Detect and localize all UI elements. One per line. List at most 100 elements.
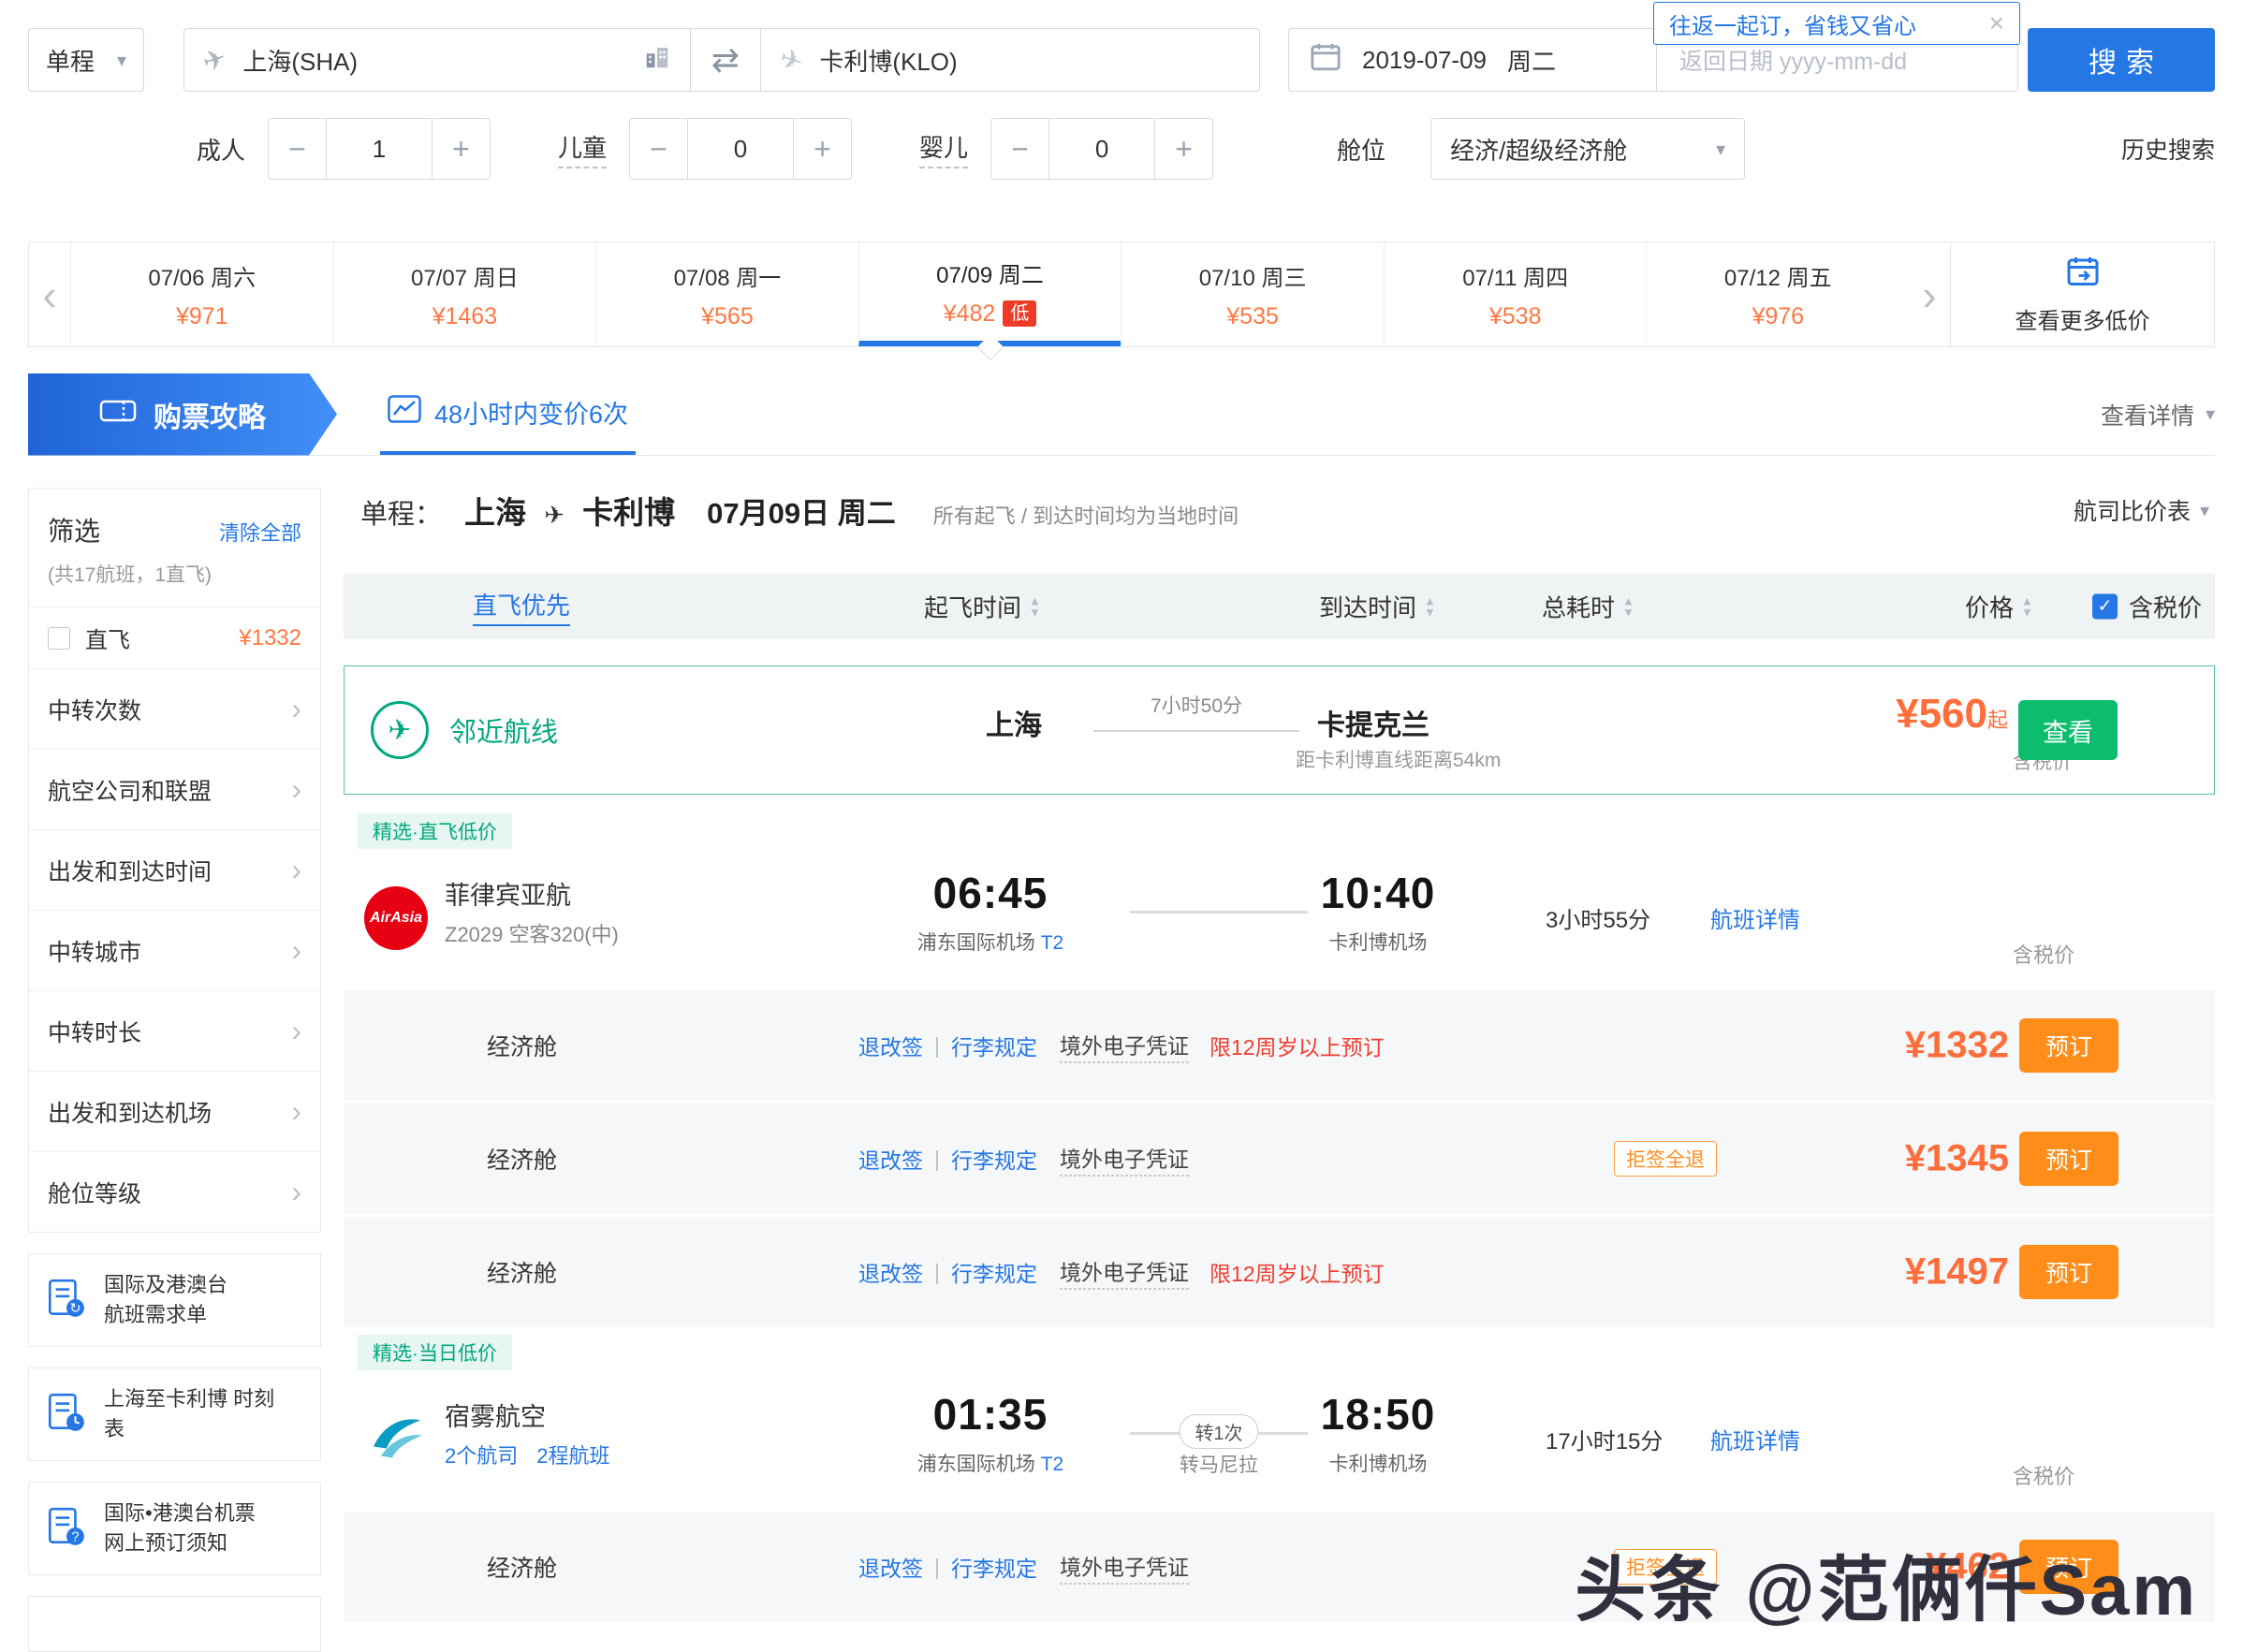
flight-details-link[interactable]: 航班详情 [1710,901,1800,934]
flight-summary-row: 宿雾航空 2个航司 2程航班 01:35 浦东国际机场T2 转1次 转马尼拉 [344,1370,2215,1509]
ticket-guide-ribbon: 购票攻略 [28,373,337,456]
adult-minus-button[interactable]: − [269,119,327,179]
date-cell-0709-selected[interactable]: 07/09 周二 ¥482 低 [858,242,1122,346]
nearby-distance-note: 距卡利博直线距离54km [1296,745,1501,773]
direct-checkbox[interactable] [48,627,70,650]
refund-rules-link[interactable]: 退改签 [858,1143,923,1175]
search-button[interactable]: 搜索 [2028,28,2215,92]
sidebar-item-airports[interactable]: 出发和到达机场 › [29,1071,320,1151]
direct-price: ¥1332 [239,625,301,651]
price-change-tab[interactable]: 48小时内变价6次 [380,373,636,455]
sort-depart-time[interactable]: 起飞时间 ▲▼ [924,590,1041,624]
baggage-rules-link[interactable]: 行李规定 [951,1256,1037,1288]
cabin-group: 舱位 经济/超级经济舱 ▾ [1337,118,1745,180]
sidebar-item-transfer-count[interactable]: 中转次数 › [29,668,320,749]
intl-request-form-link[interactable]: ↻ 国际及港澳台 航班需求单 [28,1253,321,1347]
cabin-label: 经济舱 [487,1029,557,1062]
sidebar-item-transfer-city[interactable]: 中转城市 › [29,910,320,990]
filter-title: 筛选 [48,511,100,548]
evoucher-link[interactable]: 境外电子凭证 [1060,1029,1189,1063]
depart-time: 06:45 [864,868,1117,918]
sidebar-item-airlines[interactable]: 航空公司和联盟 › [29,749,320,829]
flight-duration: 17小时15分 [1546,1423,1663,1455]
strip-prev-button[interactable]: ‹ [29,242,70,346]
refund-rules-link[interactable]: 退改签 [858,1030,923,1061]
trip-type-select[interactable]: 单程 ▾ [28,28,144,92]
sort-arrows-icon: ▲▼ [2021,595,2033,618]
segments-count-link[interactable]: 2程航班 [536,1440,609,1469]
timetable-link[interactable]: 上海至卡利博 时刻 表 [28,1367,321,1461]
sort-arrive-time[interactable]: 到达时间 ▲▼ [1319,590,1436,624]
selected-date-caret [976,334,1003,360]
date-cell-0708[interactable]: 07/08 周一 ¥565 [595,242,858,346]
visa-refund-tag: 拒签全退 [1614,1141,1717,1177]
airline-name: 菲律宾亚航 [445,875,571,912]
refund-rules-link[interactable]: 退改签 [858,1551,923,1583]
book-button[interactable]: 预订 [2019,1018,2118,1073]
date-cell-0707[interactable]: 07/07 周日 ¥1463 [333,242,596,346]
child-plus-button[interactable]: + [793,119,851,179]
departure-city-input[interactable]: ✈ 上海(SHA) [184,29,690,91]
tax-included-toggle[interactable]: ✓ 含税价 [2092,590,2202,624]
direct-flight-filter[interactable]: 直飞 ¥1332 [29,607,320,668]
flight-card-airasia: 精选·直飞低价 AirAsia 菲律宾亚航 Z2029 空客320(中) 06:… [344,795,2215,1327]
sort-price[interactable]: 价格 ▲▼ [1965,590,2033,624]
nearby-view-button[interactable]: 查看 [2018,700,2118,760]
chevron-right-icon: › [291,692,301,726]
infant-count: 0 [1049,119,1154,179]
airline-compare-link[interactable]: 航司比价表 ▾ [2074,493,2209,527]
cabin-select[interactable]: 经济/超级经济舱 ▾ [1430,118,1745,180]
book-button[interactable]: 预订 [2019,1245,2118,1299]
chevron-right-icon: › [291,772,301,807]
airasia-logo: AirAsia [364,886,428,950]
evoucher-link[interactable]: 境外电子凭证 [1060,1255,1189,1290]
sidebar-item-cabin-class[interactable]: 舱位等级 › [29,1151,320,1232]
low-price-badge: 低 [1003,300,1036,327]
baggage-rules-link[interactable]: 行李规定 [951,1143,1037,1175]
adult-plus-button[interactable]: + [432,119,490,179]
more-low-price-button[interactable]: 查看更多低价 [1950,242,2214,346]
baggage-rules-link[interactable]: 行李规定 [951,1030,1037,1061]
sort-bar: 直飞优先 起飞时间 ▲▼ 到达时间 ▲▼ 总耗时 ▲▼ 价格 ▲▼ [344,574,2215,639]
plane-takeoff-icon: ✈ [198,41,230,80]
nearby-from-city: 上海 [944,702,1084,743]
route-line [1093,730,1299,732]
featured-badge: 精选·直飞低价 [358,813,512,849]
flight-details-link[interactable]: 航班详情 [1710,1423,1800,1455]
sidebar-item-transfer-duration[interactable]: 中转时长 › [29,990,320,1071]
flight-duration: 3小时55分 [1546,901,1650,934]
refund-rules-link[interactable]: 退改签 [858,1256,923,1288]
close-icon[interactable]: × [1989,8,2004,38]
date-cell-0710[interactable]: 07/10 周三 ¥535 [1121,242,1384,346]
cabin-label: 经济舱 [487,1142,557,1176]
baggage-rules-link[interactable]: 行李规定 [951,1551,1037,1583]
book-button[interactable]: 预订 [2019,1132,2118,1186]
history-search-link[interactable]: 历史搜索 [2121,132,2215,166]
sort-direct-first[interactable]: 直飞优先 [473,587,570,626]
sidebar-item-times[interactable]: 出发和到达时间 › [29,829,320,910]
child-minus-button[interactable]: − [630,119,688,179]
depart-airport: 浦东国际机场T2 [864,928,1117,956]
plane-landing-icon: ✈ [775,41,807,80]
chevron-down-icon: ▾ [1716,138,1725,161]
view-detail-link[interactable]: 查看详情 ▾ [2101,398,2215,431]
arrival-city-input[interactable]: ✈ 卡利博(KLO) [761,29,1259,91]
evoucher-link[interactable]: 境外电子凭证 [1060,1550,1189,1585]
tax-included-label: 含税价 [2013,1460,2074,1490]
airlines-count-link[interactable]: 2个航司 [445,1440,518,1469]
evoucher-link[interactable]: 境外电子凭证 [1060,1142,1189,1177]
infant-minus-button[interactable]: − [991,119,1049,179]
sort-duration[interactable]: 总耗时 ▲▼ [1542,590,1635,624]
booking-notice-link[interactable]: ? 国际•港澳台机票 网上预订须知 [28,1482,321,1575]
depart-date-input[interactable]: 2019-07-09 周二 [1289,29,1656,91]
clear-all-link[interactable]: 清除全部 [219,517,301,547]
local-time-note: 所有起飞 / 到达时间均为当地时间 [933,500,1239,530]
infant-plus-button[interactable]: + [1154,119,1212,179]
date-cell-0712[interactable]: 07/12 周五 ¥976 [1646,242,1909,346]
date-cell-0711[interactable]: 07/11 周四 ¥538 [1384,242,1647,346]
strip-next-button[interactable]: › [1909,242,1950,346]
watermark: 头条 @范俩仟Sam [1575,1532,2198,1635]
date-cell-0706[interactable]: 07/06 周六 ¥971 [70,242,333,346]
chevron-right-icon: › [291,1014,301,1048]
swap-cities-button[interactable]: ⇄ [690,29,761,91]
